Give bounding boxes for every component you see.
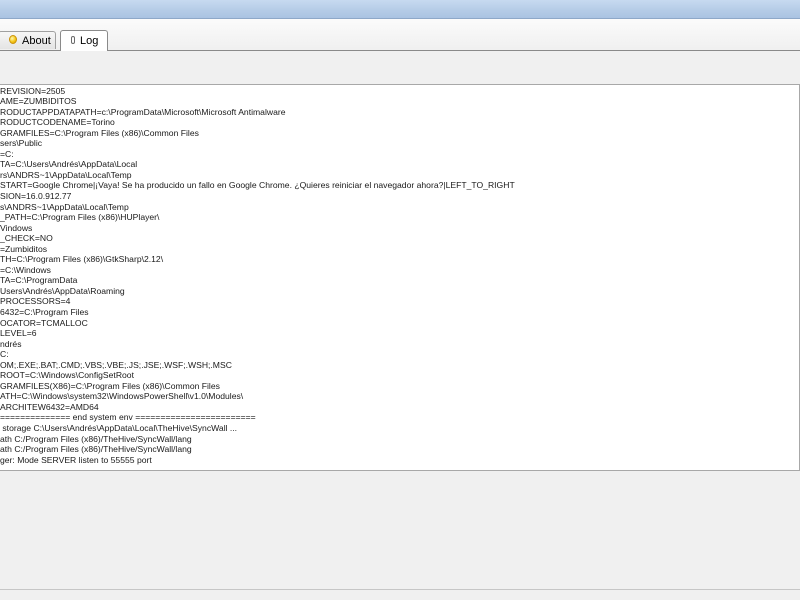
log-line: Vindows	[0, 222, 33, 233]
log-line: ath C:/Program Files (x86)/TheHive/SyncW…	[0, 444, 192, 455]
log-line: ath C:/Program Files (x86)/TheHive/SyncW…	[0, 433, 192, 444]
log-textarea[interactable]: REVISION=2505 AME=ZUMBIDITOS RODUCTAPPDATA…	[0, 84, 800, 471]
paperclip-icon	[71, 36, 75, 44]
log-line: 6432=C:\Program Files	[0, 306, 89, 317]
tab-log[interactable]: Log	[60, 30, 108, 51]
tab-about-label: About	[22, 34, 51, 47]
log-line: ============== end system env ==========…	[0, 412, 256, 423]
tab-strip: About Log	[0, 30, 800, 51]
log-line: _CHECK=NO	[0, 233, 53, 244]
log-line: ATH=C:\Windows\system32\WindowsPowerShel…	[0, 391, 244, 402]
log-line: TH=C:\Program Files (x86)\GtkSharp\2.12\	[0, 254, 164, 265]
log-line: OCATOR=TCMALLOC	[0, 317, 88, 328]
log-line: RODUCTCODENAME=Torino	[0, 117, 115, 128]
log-line: GRAMFILES(X86)=C:\Program Files (x86)\Co…	[0, 380, 220, 391]
log-line: C:	[0, 349, 9, 360]
log-line: Users\Andrés\AppData\Roaming	[0, 285, 125, 296]
log-line: RODUCTAPPDATAPATH=c:\ProgramData\Microso…	[0, 106, 286, 117]
lightbulb-icon	[9, 35, 17, 44]
log-line: s\ANDRS~1\AppData\Local\Temp	[0, 201, 129, 212]
title-bar	[0, 0, 800, 19]
log-line: ndrés	[0, 338, 22, 349]
log-line: =C:	[0, 148, 14, 159]
tab-about[interactable]: About	[0, 31, 56, 49]
log-line: ger: Mode SERVER listen to 55555 port	[0, 454, 152, 465]
app-window: About Log REVISION=2505 AME=ZUMBIDITOS ROD…	[0, 0, 800, 600]
log-lines: REVISION=2505 AME=ZUMBIDITOS RODUCTAPPDATA…	[0, 85, 515, 465]
log-line: storage C:\Users\Andrés\AppData\Local\Th…	[0, 423, 238, 433]
log-line: PROCESSORS=4	[0, 296, 71, 307]
log-line: START=Google Chrome|¡Vaya! Se ha produci…	[0, 180, 515, 191]
log-line: SION=16.0.912.77	[0, 190, 72, 201]
log-line: TA=C:\Users\Andrés\AppData\Local	[0, 159, 138, 170]
log-line: _PATH=C:\Program Files (x86)\HUPlayer\	[0, 212, 160, 223]
tab-log-label: Log	[80, 35, 99, 47]
log-line: ARCHITEW6432=AMD64	[0, 401, 99, 412]
log-line: sers\Public	[0, 138, 43, 149]
status-bar	[0, 589, 800, 600]
log-line: AME=ZUMBIDITOS	[0, 96, 77, 107]
log-line: GRAMFILES=C:\Program Files (x86)\Common …	[0, 127, 199, 138]
log-line: =C:\Windows	[0, 264, 51, 275]
log-line: REVISION=2505	[0, 85, 66, 96]
log-line: ROOT=C:\Windows\ConfigSetRoot	[0, 370, 134, 381]
log-line: OM;.EXE;.BAT;.CMD;.VBS;.VBE;.JS;.JSE;.WS…	[0, 359, 232, 370]
log-line: LEVEL=6	[0, 328, 37, 339]
log-line: TA=C:\ProgramData	[0, 275, 78, 286]
log-line: rs\ANDRS~1\AppData\Local\Temp	[0, 169, 132, 180]
log-line: =Zumbiditos	[0, 243, 48, 254]
